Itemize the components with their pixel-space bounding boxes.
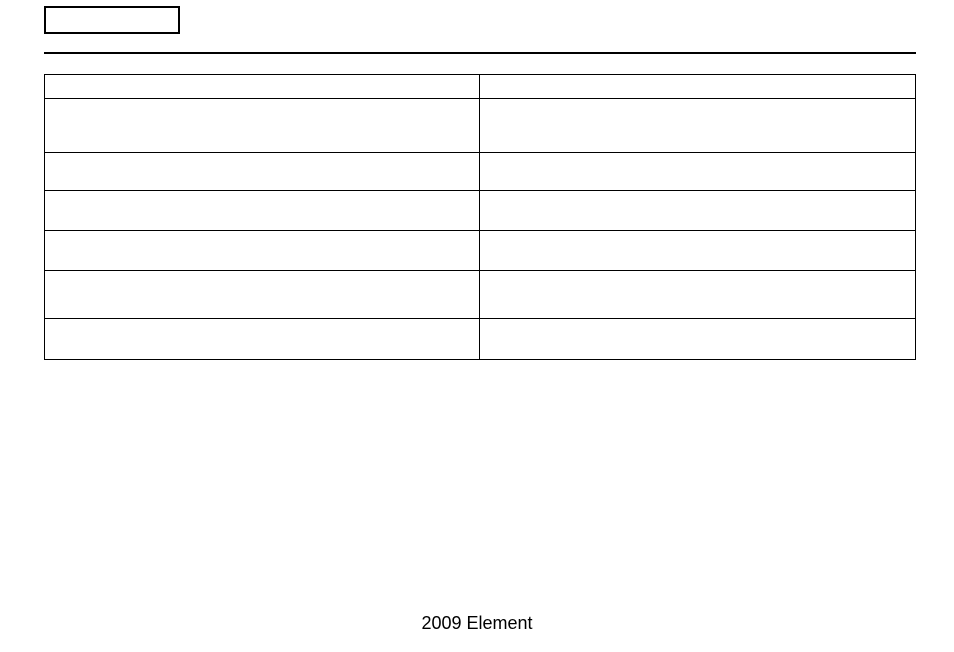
data-table xyxy=(44,74,916,360)
table-cell xyxy=(45,153,480,190)
table-row xyxy=(45,271,915,319)
table-cell xyxy=(480,75,915,98)
table-row xyxy=(45,153,915,191)
table-cell xyxy=(480,231,915,270)
table-cell xyxy=(480,153,915,190)
table-cell xyxy=(45,271,480,318)
table-cell xyxy=(480,99,915,152)
horizontal-rule xyxy=(44,52,916,54)
table-row xyxy=(45,319,915,359)
table-row xyxy=(45,191,915,231)
header-box xyxy=(44,6,180,34)
table-row xyxy=(45,99,915,153)
table-cell xyxy=(480,319,915,359)
table-cell xyxy=(480,271,915,318)
table-cell xyxy=(45,75,480,98)
footer-text: 2009 Element xyxy=(0,613,954,634)
table-cell xyxy=(480,191,915,230)
table-cell xyxy=(45,99,480,152)
table-cell xyxy=(45,191,480,230)
table-cell xyxy=(45,319,480,359)
footer-label: 2009 Element xyxy=(421,613,532,633)
table-cell xyxy=(45,231,480,270)
table-row xyxy=(45,231,915,271)
table-row xyxy=(45,75,915,99)
